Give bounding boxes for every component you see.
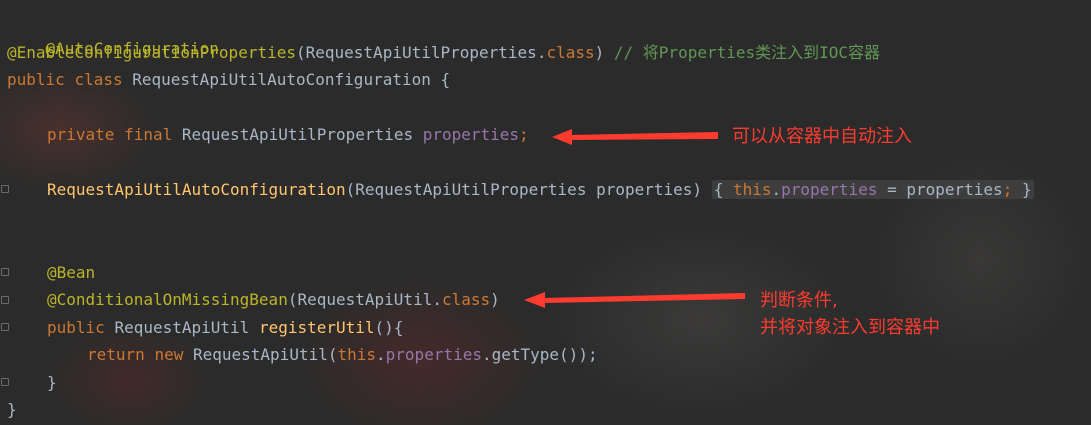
annotation-note: 并将对象注入到容器中 (760, 317, 940, 338)
annotation-note: 可以从容器中自动注入 (732, 126, 912, 147)
arrow-icon (524, 292, 745, 308)
annotation-arrows (524, 129, 745, 308)
annotation-note: 判断条件, (760, 290, 838, 311)
arrow-icon (552, 129, 718, 145)
